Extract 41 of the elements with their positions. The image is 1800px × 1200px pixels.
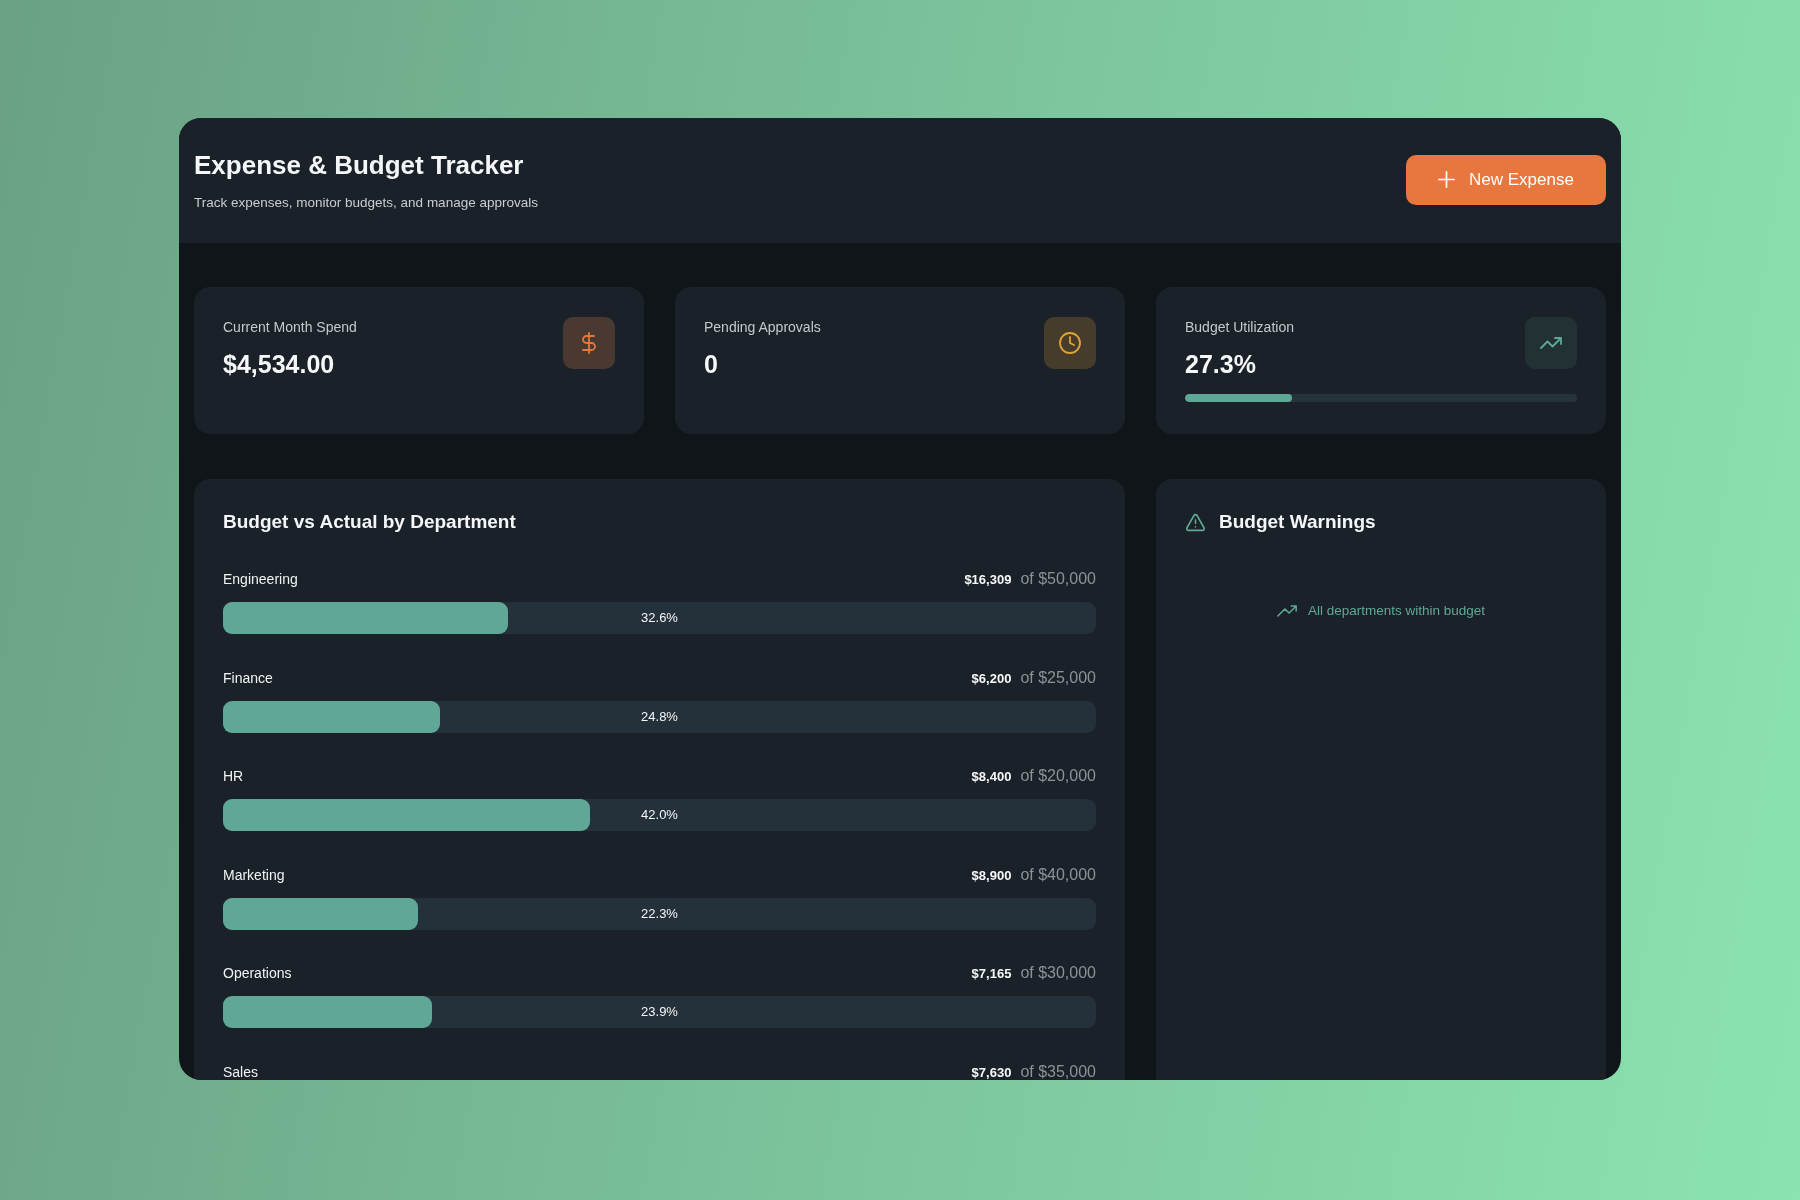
budget-amount: of $25,000 [1020,668,1096,687]
percent-label: 22.3% [641,905,678,922]
actual-amount: $7,630 [971,1063,1012,1080]
trend-up-icon [1276,604,1297,618]
department-name: Operations [223,964,292,982]
actual-amount: $8,900 [971,866,1012,885]
budget-amount: of $35,000 [1020,1062,1096,1080]
actual-amount: $7,165 [971,965,1012,983]
new-expense-button[interactable]: New Expense [1406,154,1606,205]
warning-icon [1185,511,1206,533]
department-name: Sales [223,1062,259,1080]
department-name: Finance [223,668,273,687]
department-name: HR [223,767,244,785]
stat-label: Budget Utilization [1185,318,1294,336]
percent-label: 24.8% [641,708,678,725]
stat-value: 27.3% [1185,349,1257,379]
status-message: All departments within budget [1307,602,1486,620]
stat-label: Pending Approvals [704,318,821,336]
budget-amount: of $20,000 [1020,767,1096,785]
percent-label: 32.6% [641,610,678,626]
app-subtitle: Track expenses, monitor budgets, and manage approvals [194,193,538,212]
department-name: Engineering [223,570,298,588]
plus-icon [1438,171,1456,188]
actual-amount: $6,200 [971,669,1012,688]
budget-amount: of $40,000 [1020,865,1096,884]
app-title: Expense & Budget Tracker [194,149,525,180]
budget-amount: of $50,000 [1020,570,1096,588]
trend-up-icon [1525,317,1577,369]
actual-amount: $8,400 [971,768,1012,786]
percent-label: 42.0% [641,807,678,823]
actual-amount: $16,309 [964,571,1012,589]
department-name: Marketing [223,865,285,884]
stat-value: 0 [704,349,719,379]
stat-label: Current Month Spend [223,318,357,336]
dollar-icon [563,317,615,369]
panel-title: Budget Warnings [1219,510,1376,534]
percent-label: 23.9% [641,1004,678,1020]
clock-icon [1044,317,1096,369]
budget-amount: of $30,000 [1020,964,1096,982]
stat-value: $4,534.00 [223,349,336,379]
panel-title: Budget vs Actual by Department [223,510,517,534]
